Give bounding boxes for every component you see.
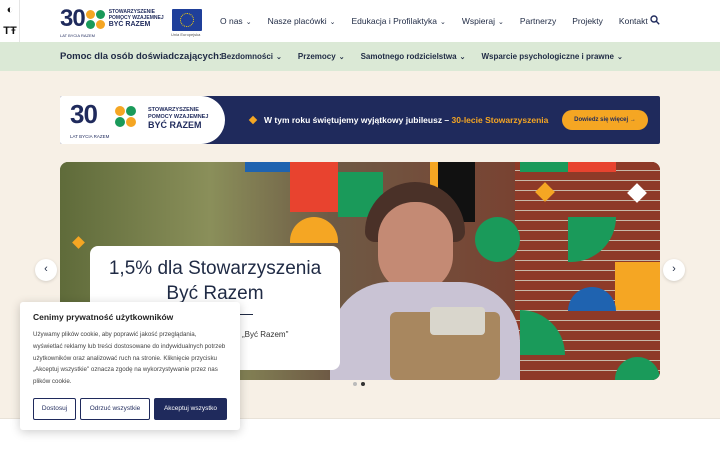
nav-item-nasze-placowki[interactable]: Nasze placówki ⌄: [268, 16, 336, 26]
customize-button[interactable]: Dostosuj: [33, 398, 76, 420]
clover-icon: [115, 106, 136, 127]
nav-item-wspieraj[interactable]: Wspieraj ⌄: [462, 16, 504, 26]
woman-face: [378, 202, 453, 292]
banner-message-text: W tym roku świętujemy wyjątkowy jubileus…: [264, 115, 452, 125]
search-icon[interactable]: [650, 15, 660, 25]
nav-item-edukacja[interactable]: Edukacja i Profilaktyka ⌄: [352, 16, 446, 26]
chevron-down-icon: ⌄: [245, 19, 252, 26]
cookie-text: Używamy plików cookie, aby poprawić jako…: [33, 331, 226, 386]
nav-item-partnerzy[interactable]: Partnerzy: [520, 16, 556, 26]
banner-logo-number: 30: [70, 99, 98, 129]
nav-item-projekty[interactable]: Projekty: [572, 16, 603, 26]
chevron-down-icon: ⌄: [276, 54, 282, 61]
banner-highlight: 30-lecie Stowarzyszenia: [451, 115, 549, 125]
nav-label: Nasze placówki: [267, 16, 327, 26]
text-size-icon[interactable]: TŦ: [0, 21, 20, 42]
cookie-title: Cenimy prywatność użytkowników: [33, 312, 174, 322]
learn-more-button[interactable]: Dowiedz się więcej →: [562, 110, 648, 130]
slider-dots: [353, 382, 365, 386]
subnav-item-przemocy[interactable]: Przemocy ⌄: [298, 52, 345, 61]
subnav-item-bezdomnosci[interactable]: Bezdomności ⌄: [221, 52, 282, 61]
nav-item-kontakt[interactable]: Kontakt: [619, 16, 648, 26]
banner-logo-line2: POMOCY WZAJEMNEJ: [148, 113, 209, 120]
eu-label: Unia Europejska: [171, 32, 201, 37]
subnav-label: Wsparcie psychologiczne i prawne: [481, 52, 614, 61]
chevron-down-icon: ⌄: [440, 19, 446, 26]
prev-slide-button[interactable]: ‹: [35, 259, 57, 281]
subnav-label: Przemocy: [297, 52, 336, 61]
site-logo[interactable]: 30 STOWARZYSZENIE POMOCY WZAJEMNEJ BYĆ R…: [60, 5, 164, 39]
subnav-item-wsparcie[interactable]: Wsparcie psychologiczne i prawne ⌄: [481, 52, 622, 61]
banner-logo-sub: LAT BYCIA RAZEM: [70, 134, 110, 139]
banner-message: W tym roku świętujemy wyjątkowy jubileus…: [264, 96, 548, 144]
main-nav: O nas ⌄ Nasze placówki ⌄ Edukacja i Profil…: [220, 0, 664, 42]
site-header: 30 STOWARZYSZENIE POMOCY WZAJEMNEJ BYĆ R…: [0, 0, 720, 42]
eu-flag-icon: Unia Europejska: [171, 9, 202, 37]
deco-shape: [520, 162, 568, 172]
slider-dot-active[interactable]: [361, 382, 365, 386]
chevron-down-icon: ⌄: [338, 54, 345, 61]
subnav-title: Pomoc dla osób doświadczających:: [60, 51, 223, 62]
nav-label: O nas: [220, 16, 243, 26]
cookie-consent-dialog: Cenimy prywatność użytkowników Używamy p…: [20, 302, 240, 430]
chevron-down-icon: ⌄: [616, 54, 623, 61]
deco-shape: [475, 217, 520, 262]
logo-line3: BYĆ RAZEM: [108, 21, 151, 28]
accessibility-toolbar: ◐ TŦ: [0, 0, 20, 42]
subnav-label: Samotnego rodzicielstwa: [360, 52, 457, 61]
deco-shape: [615, 262, 660, 310]
deco-shape: [568, 162, 616, 172]
slide-title-line2: Być Razem: [166, 283, 264, 304]
chevron-down-icon: ⌄: [329, 19, 336, 26]
nav-item-o-nas[interactable]: O nas ⌄: [220, 16, 252, 26]
next-slide-button[interactable]: ›: [663, 259, 685, 281]
help-subnav: Pomoc dla osób doświadczających: Bezdomn…: [0, 42, 720, 71]
reject-all-button[interactable]: Odrzuć wszystkie: [80, 398, 150, 420]
logo-text: STOWARZYSZENIE POMOCY WZAJEMNEJ BYĆ RAZE…: [109, 9, 164, 29]
banner-logo-text: STOWARZYSZENIE POMOCY WZAJEMNEJ BYĆ RAZE…: [148, 107, 208, 131]
accept-all-button[interactable]: Akceptuj wszystko: [154, 398, 227, 420]
jubilee-banner[interactable]: 30 STOWARZYSZENIE POMOCY WZAJEMNEJ BYĆ R…: [60, 96, 660, 144]
chevron-down-icon: ⌄: [459, 54, 466, 61]
chevron-down-icon: ⌄: [497, 19, 504, 26]
logo-number: 30: [60, 5, 86, 32]
nav-label: Wspieraj: [461, 16, 495, 26]
diamond-icon: [248, 115, 258, 125]
subnav-item-samotnego-rodzicielstwa[interactable]: Samotnego rodzicielstwa ⌄: [361, 52, 466, 61]
deco-shape: [290, 162, 338, 212]
slide-title: 1,5% dla Stowarzyszenia Być Razem: [90, 256, 340, 306]
eu-stars-icon: [180, 13, 194, 27]
cookie-buttons: Dostosuj Odrzuć wszystkie Akceptuj wszys…: [33, 398, 227, 420]
subnav-items: Bezdomności ⌄ Przemocy ⌄ Samotnego rodzici…: [221, 42, 639, 71]
nav-label: Edukacja i Profilaktyka: [351, 16, 438, 26]
subnav-label: Bezdomności: [221, 52, 274, 61]
slide-subtitle: „Być Razem": [242, 330, 289, 339]
banner-logo-line3: BYĆ RAZEM: [148, 120, 202, 130]
egg-carton: [430, 307, 485, 335]
slide-title-line1: 1,5% dla Stowarzyszenia: [108, 258, 322, 279]
deco-shape: [245, 162, 293, 172]
clover-icon: [85, 9, 105, 29]
banner-logo-line1: STOWARZYSZENIE: [148, 107, 199, 113]
slider-dot[interactable]: [353, 382, 357, 386]
logo-sub: LAT BYCIA RAZEM: [60, 33, 95, 38]
banner-logo: 30 STOWARZYSZENIE POMOCY WZAJEMNEJ BYĆ R…: [60, 96, 225, 144]
contrast-icon[interactable]: ◐: [0, 0, 20, 21]
